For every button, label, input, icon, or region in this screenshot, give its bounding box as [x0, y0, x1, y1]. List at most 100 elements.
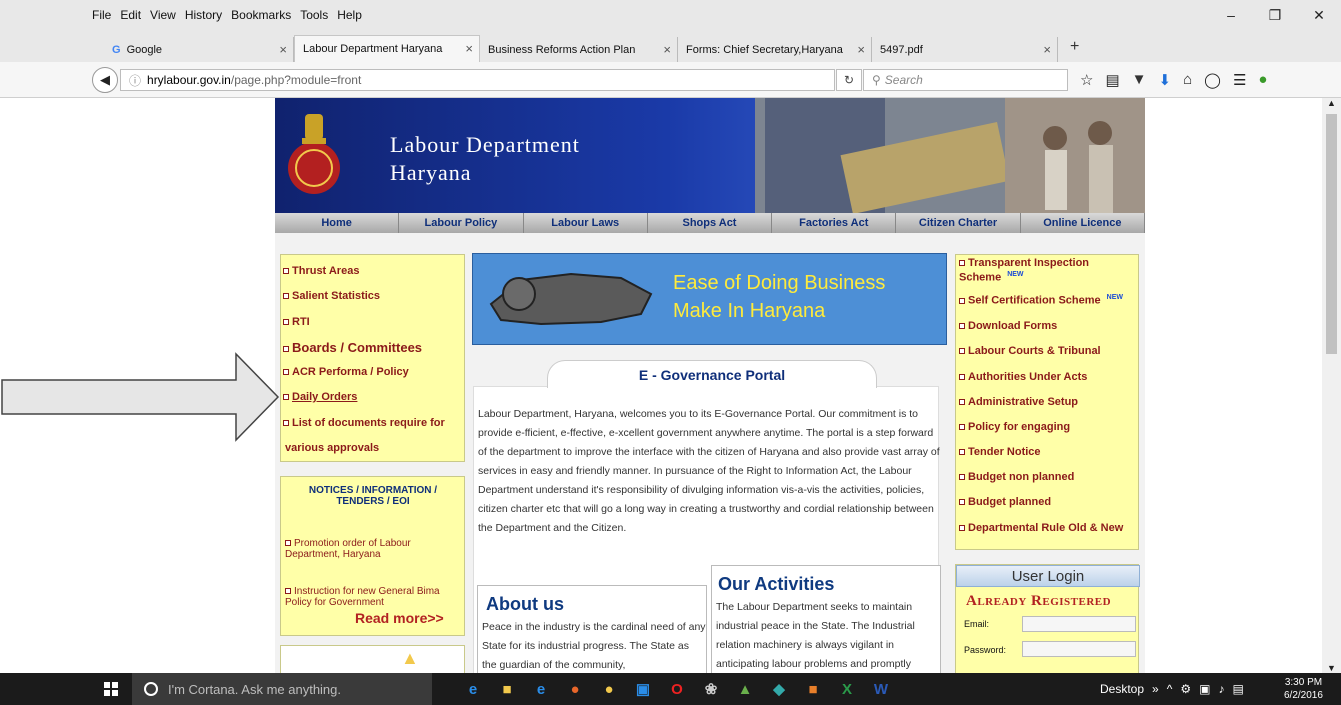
- nav-home[interactable]: Home: [275, 213, 400, 233]
- menu-file[interactable]: File: [92, 8, 111, 22]
- nav-factories-act[interactable]: Factories Act: [772, 213, 897, 233]
- close-tab-icon[interactable]: ×: [465, 41, 473, 56]
- paint-icon[interactable]: ❀: [700, 678, 722, 700]
- link-budget-planned[interactable]: Budget planned: [959, 496, 1051, 508]
- opera-icon[interactable]: O: [666, 678, 688, 700]
- email-field[interactable]: [1022, 616, 1136, 632]
- new-tab-icon[interactable]: +: [1070, 38, 1079, 56]
- notification-icon[interactable]: ▤: [1232, 682, 1243, 696]
- notice-item[interactable]: Instruction for new General Bima Policy …: [285, 586, 455, 608]
- chrome-icon[interactable]: ●: [598, 678, 620, 700]
- web-page: Labour Department Haryana Home Labour Po…: [275, 98, 1145, 673]
- internet-explorer-icon[interactable]: e: [530, 678, 552, 700]
- tab-business-reforms[interactable]: Business Reforms Action Plan ×: [480, 37, 678, 62]
- excel-icon[interactable]: X: [836, 678, 858, 700]
- link-daily-orders[interactable]: Daily Orders: [283, 391, 357, 403]
- close-tab-icon[interactable]: ×: [279, 42, 287, 57]
- link-thrust-areas[interactable]: Thrust Areas: [283, 265, 359, 277]
- close-icon[interactable]: ✕: [1297, 0, 1341, 30]
- back-button[interactable]: ◀: [92, 67, 118, 93]
- close-tab-icon[interactable]: ×: [663, 42, 671, 57]
- restore-icon[interactable]: ❐: [1253, 0, 1297, 30]
- info-icon[interactable]: ⓘ: [129, 72, 141, 89]
- make-in-haryana-banner[interactable]: Ease of Doing Business Make In Haryana: [472, 253, 947, 345]
- system-clock[interactable]: 3:30 PM 6/2/2016: [1284, 676, 1323, 702]
- scroll-down-icon[interactable]: ▼: [1327, 663, 1336, 673]
- link-acr-performa[interactable]: ACR Performa / Policy: [283, 366, 409, 378]
- tab-label: Google: [126, 43, 163, 56]
- close-tab-icon[interactable]: ×: [1043, 42, 1051, 57]
- edge-icon[interactable]: e: [462, 678, 484, 700]
- link-download-forms[interactable]: Download Forms: [959, 320, 1057, 332]
- back-arrow-icon: ◀: [100, 72, 110, 87]
- pointer-arrow: [1, 352, 280, 442]
- store-icon[interactable]: ▣: [632, 678, 654, 700]
- folder-icon[interactable]: ▲: [734, 678, 756, 700]
- link-self-certification[interactable]: Self Certification Scheme NEW: [959, 294, 1123, 307]
- link-departmental-rule[interactable]: Departmental Rule Old & New: [959, 522, 1123, 534]
- menu-history[interactable]: History: [185, 8, 222, 22]
- nav-labour-policy[interactable]: Labour Policy: [399, 213, 524, 233]
- reading-list-icon[interactable]: ▤: [1105, 71, 1119, 89]
- link-tender-notice[interactable]: Tender Notice: [959, 446, 1041, 458]
- tab-forms[interactable]: Forms: Chief Secretary,Haryana ×: [678, 37, 872, 62]
- home-icon[interactable]: ⌂: [1183, 71, 1192, 89]
- diamond-app-icon[interactable]: ◆: [768, 678, 790, 700]
- address-bar[interactable]: ⓘ hrylabour.gov.in/page.php?module=front: [120, 69, 835, 91]
- desktop-toolbar-label[interactable]: Desktop: [1100, 682, 1144, 696]
- read-more-link[interactable]: Read more>>: [355, 610, 444, 626]
- link-policy-for-engaging[interactable]: Policy for engaging: [959, 421, 1070, 433]
- our-activities-text: The Labour Department seeks to maintain …: [716, 601, 915, 670]
- tab-google[interactable]: G Google ×: [104, 37, 294, 62]
- notice-item[interactable]: Promotion order of Labour Department, Ha…: [285, 538, 455, 560]
- menu-tools[interactable]: Tools: [300, 8, 328, 22]
- firefox-icon[interactable]: ●: [564, 678, 586, 700]
- link-list-of-documents[interactable]: List of documents require for: [283, 417, 445, 429]
- addon-icon[interactable]: ●: [1258, 71, 1267, 89]
- tab-labour-department[interactable]: Labour Department Haryana ×: [294, 35, 480, 62]
- search-input[interactable]: ⚲ Search: [863, 69, 1068, 91]
- page-scrollbar[interactable]: ▲ ▼: [1322, 98, 1341, 673]
- link-boards-committees[interactable]: Boards / Committees: [283, 340, 422, 355]
- display-icon[interactable]: ▣: [1199, 682, 1210, 696]
- menu-view[interactable]: View: [150, 8, 176, 22]
- nav-labour-laws[interactable]: Labour Laws: [524, 213, 648, 233]
- tab-pdf[interactable]: 5497.pdf ×: [872, 37, 1058, 62]
- chevron-right-icon[interactable]: »: [1152, 682, 1159, 696]
- menu-edit[interactable]: Edit: [120, 8, 141, 22]
- word-icon[interactable]: W: [870, 678, 892, 700]
- file-explorer-icon[interactable]: ■: [496, 678, 518, 700]
- password-field[interactable]: [1022, 641, 1136, 657]
- link-labour-courts[interactable]: Labour Courts & Tribunal: [959, 345, 1101, 357]
- minimize-icon[interactable]: –: [1209, 0, 1253, 30]
- link-transparent-inspection[interactable]: Transparent Inspection Scheme NEW: [959, 258, 1135, 284]
- bookmark-star-icon[interactable]: ☆: [1080, 71, 1093, 89]
- download-icon[interactable]: ⬇: [1159, 71, 1172, 89]
- chevron-up-icon[interactable]: ^: [1167, 682, 1173, 696]
- site-title-line2: Haryana: [390, 160, 472, 185]
- link-various-approvals[interactable]: various approvals: [285, 442, 379, 454]
- menu-help[interactable]: Help: [337, 8, 362, 22]
- volume-icon[interactable]: ♪: [1218, 682, 1224, 696]
- powerpoint-icon[interactable]: ■: [802, 678, 824, 700]
- scroll-up-icon[interactable]: ▲: [1327, 98, 1336, 108]
- reload-button[interactable]: ↻: [836, 69, 862, 91]
- chat-icon[interactable]: ◯: [1204, 71, 1221, 89]
- nav-online-licence[interactable]: Online Licence: [1021, 213, 1145, 233]
- close-tab-icon[interactable]: ×: [857, 42, 865, 57]
- hamburger-menu-icon[interactable]: ☰: [1233, 71, 1246, 89]
- link-authorities-under-acts[interactable]: Authorities Under Acts: [959, 371, 1087, 383]
- windows-start-icon[interactable]: [104, 682, 118, 696]
- link-administrative-setup[interactable]: Administrative Setup: [959, 396, 1078, 408]
- cortana-search[interactable]: I'm Cortana. Ask me anything.: [132, 673, 432, 705]
- user-login-panel: User Login Already Registered Email: Pas…: [955, 564, 1140, 673]
- network-icon[interactable]: ⚙: [1180, 682, 1191, 696]
- scrollbar-thumb[interactable]: [1326, 114, 1337, 354]
- pocket-icon[interactable]: ▼: [1132, 71, 1147, 89]
- nav-citizen-charter[interactable]: Citizen Charter: [896, 213, 1021, 233]
- link-budget-non-planned[interactable]: Budget non planned: [959, 471, 1074, 483]
- menu-bookmarks[interactable]: Bookmarks: [231, 8, 291, 22]
- nav-shops-act[interactable]: Shops Act: [648, 213, 773, 233]
- link-rti[interactable]: RTI: [283, 316, 310, 328]
- link-salient-statistics[interactable]: Salient Statistics: [283, 290, 380, 302]
